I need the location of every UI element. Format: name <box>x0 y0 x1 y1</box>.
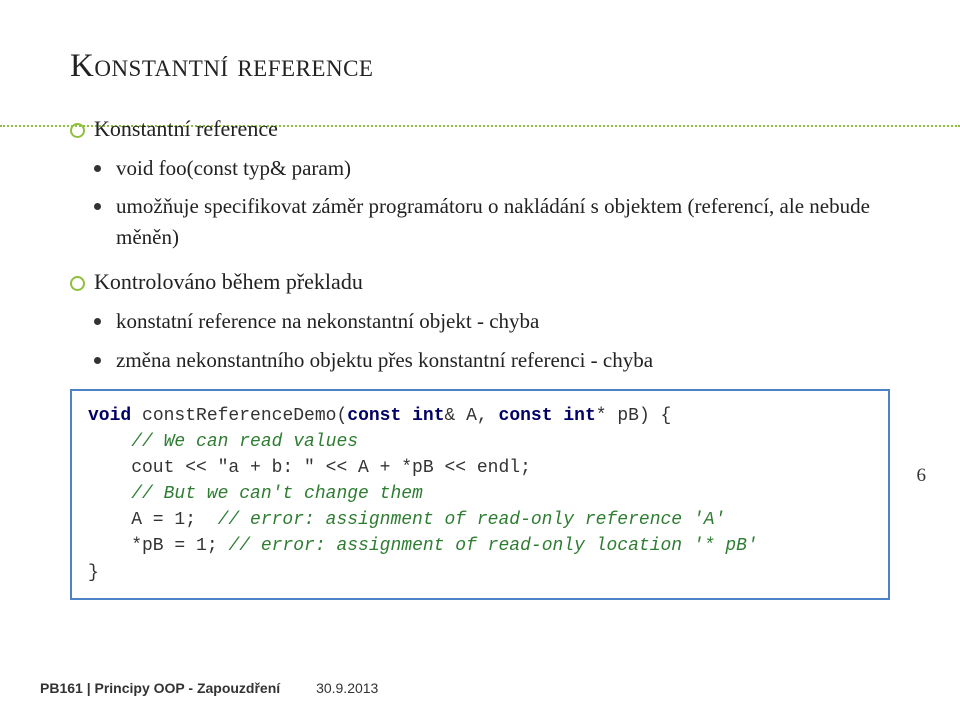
slide: Konstantní reference Konstantní referenc… <box>0 0 960 720</box>
code-kw: const <box>347 406 401 426</box>
code-text: A = 1; <box>88 510 218 530</box>
page-number: 6 <box>917 465 927 487</box>
code-comment: // We can read values <box>88 432 358 452</box>
code-comment: // error: assignment of read-only locati… <box>228 536 757 556</box>
bullet-list-l2: konstatní reference na nekonstantní obje… <box>94 306 890 375</box>
footer: PB161 | Principy OOP - Zapouzdření 30.9.… <box>40 680 378 696</box>
bullet-item: void foo(const typ& param) <box>94 153 890 183</box>
code-kw: void <box>88 406 131 426</box>
bullet-text: konstatní reference na nekonstantní obje… <box>116 309 539 333</box>
bullet-text: změna nekonstantního objektu přes konsta… <box>116 348 653 372</box>
code-text: * pB) { <box>596 406 672 426</box>
code-text <box>401 406 412 426</box>
code-text: & A, <box>445 406 499 426</box>
bullet-text: void foo(const typ& param) <box>116 156 351 180</box>
code-kw: const <box>499 406 553 426</box>
bullet-item: Konstantní reference void foo(const typ&… <box>70 113 890 252</box>
code-text: constReferenceDemo( <box>131 406 347 426</box>
code-comment: // error: assignment of read-only refere… <box>218 510 726 530</box>
code-comment: // But we can't change them <box>88 484 423 504</box>
slide-title: Konstantní reference <box>70 48 890 85</box>
bullet-list-l2: void foo(const typ& param) umožňuje spec… <box>94 153 890 252</box>
bullet-list-l1: Konstantní reference void foo(const typ&… <box>70 113 890 375</box>
bullet-item: Kontrolováno během překladu konstatní re… <box>70 266 890 375</box>
code-block: void constReferenceDemo(const int& A, co… <box>70 389 890 600</box>
footer-date: 30.9.2013 <box>316 680 378 696</box>
code-text: } <box>88 563 99 583</box>
bullet-item: konstatní reference na nekonstantní obje… <box>94 306 890 336</box>
code-text: *pB = 1; <box>88 536 228 556</box>
code-kw: int <box>563 406 595 426</box>
bullet-text: Konstantní reference <box>94 116 278 141</box>
content-area: Konstantní reference void foo(const typ&… <box>70 113 890 600</box>
code-text <box>553 406 564 426</box>
bullet-text: umožňuje specifikovat záměr programátoru… <box>116 194 870 248</box>
bullet-item: umožňuje specifikovat záměr programátoru… <box>94 191 890 252</box>
code-kw: int <box>412 406 444 426</box>
footer-course: PB161 | Principy OOP - Zapouzdření <box>40 680 280 696</box>
bullet-text: Kontrolováno během překladu <box>94 269 363 294</box>
code-text: cout << "a + b: " << A + *pB << endl; <box>88 458 531 478</box>
bullet-item: změna nekonstantního objektu přes konsta… <box>94 345 890 375</box>
